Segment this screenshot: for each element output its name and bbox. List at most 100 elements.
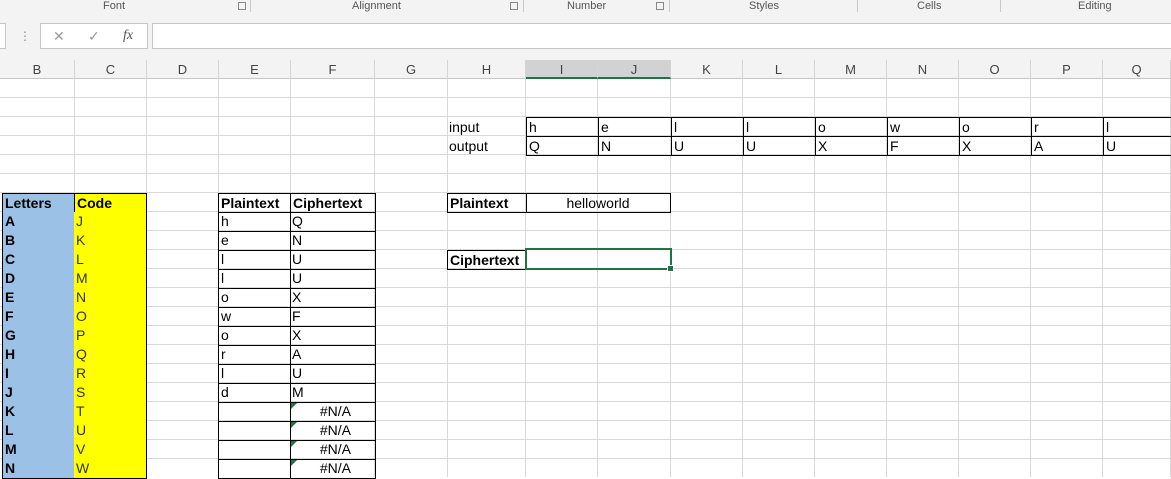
column-header-j[interactable]: J xyxy=(598,60,671,79)
output-cell[interactable]: U xyxy=(1103,136,1171,156)
ciphertext-cell[interactable]: U xyxy=(290,269,376,289)
code-cell[interactable]: R xyxy=(74,364,147,384)
plaintext-cell[interactable]: r xyxy=(218,345,291,365)
formula-input[interactable] xyxy=(152,23,1171,49)
input-cell[interactable]: o xyxy=(815,117,888,137)
code-cell[interactable]: M xyxy=(74,269,147,289)
plaintext-cell[interactable]: l xyxy=(218,364,291,384)
letter-cell[interactable]: I xyxy=(2,364,75,384)
plaintext-cell[interactable]: o xyxy=(218,326,291,346)
ciphertext-box-label[interactable]: Ciphertext xyxy=(447,250,527,270)
letter-cell[interactable]: B xyxy=(2,231,75,251)
output-cell[interactable]: X xyxy=(959,136,1032,156)
number-dialog-launcher-icon[interactable] xyxy=(656,2,664,10)
output-cell[interactable]: F xyxy=(887,136,960,156)
input-cell[interactable]: l xyxy=(1103,117,1171,137)
plaintext-box-label[interactable]: Plaintext xyxy=(447,193,527,213)
plaintext-cell[interactable]: e xyxy=(218,231,291,251)
code-cell[interactable]: N xyxy=(74,288,147,308)
code-cell[interactable]: Q xyxy=(74,345,147,365)
ciphertext-cell[interactable]: M xyxy=(290,383,376,403)
letter-cell[interactable]: M xyxy=(2,440,75,460)
column-header-q[interactable]: Q xyxy=(1103,60,1171,79)
column-header-f[interactable]: F xyxy=(291,60,375,79)
column-header-h[interactable]: H xyxy=(448,60,526,79)
letter-cell[interactable]: G xyxy=(2,326,75,346)
column-header-i[interactable]: I xyxy=(526,60,598,79)
output-cell[interactable]: X xyxy=(815,136,888,156)
ciphertext-cell[interactable]: U xyxy=(290,250,376,270)
output-cell[interactable]: A xyxy=(1031,136,1104,156)
error-cell[interactable]: #N/A xyxy=(290,440,376,460)
letter-cell[interactable]: E xyxy=(2,288,75,308)
code-cell[interactable]: T xyxy=(74,402,147,422)
plaintext-cell[interactable] xyxy=(218,421,291,441)
letter-cell[interactable]: N xyxy=(2,459,75,479)
enter-icon[interactable]: ✓ xyxy=(88,28,100,44)
code-header[interactable]: Code xyxy=(74,193,147,213)
plaintext-cell[interactable]: h xyxy=(218,212,291,232)
code-cell[interactable]: V xyxy=(74,440,147,460)
column-header-l[interactable]: L xyxy=(743,60,815,79)
output-cell[interactable]: U xyxy=(743,136,816,156)
code-cell[interactable]: P xyxy=(74,326,147,346)
plaintext-cell[interactable]: l xyxy=(218,269,291,289)
plaintext-header[interactable]: Plaintext xyxy=(218,193,291,213)
input-cell[interactable]: e xyxy=(598,117,672,137)
letter-cell[interactable]: L xyxy=(2,421,75,441)
ciphertext-cell[interactable]: X xyxy=(290,326,376,346)
column-header-k[interactable]: K xyxy=(671,60,743,79)
name-box[interactable] xyxy=(0,23,6,49)
error-indicator-icon[interactable] xyxy=(291,441,297,447)
cancel-icon[interactable]: ✕ xyxy=(53,28,65,44)
ciphertext-cell[interactable]: A xyxy=(290,345,376,365)
plaintext-cell[interactable]: w xyxy=(218,307,291,327)
column-header-c[interactable]: C xyxy=(75,60,147,79)
input-cell[interactable]: l xyxy=(671,117,744,137)
ciphertext-cell[interactable]: X xyxy=(290,288,376,308)
output-cell[interactable]: N xyxy=(598,136,672,156)
column-header-e[interactable]: E xyxy=(219,60,291,79)
letter-cell[interactable]: D xyxy=(2,269,75,289)
output-cell[interactable]: Q xyxy=(526,136,599,156)
error-indicator-icon[interactable] xyxy=(291,403,297,409)
code-cell[interactable]: S xyxy=(74,383,147,403)
column-header-m[interactable]: M xyxy=(815,60,887,79)
column-header-b[interactable]: B xyxy=(0,60,75,79)
column-header-o[interactable]: O xyxy=(959,60,1031,79)
output-cell[interactable]: U xyxy=(671,136,744,156)
input-cell[interactable]: h xyxy=(526,117,599,137)
error-cell[interactable]: #N/A xyxy=(290,459,376,479)
insert-function-icon[interactable]: fx xyxy=(123,28,133,44)
plaintext-cell[interactable] xyxy=(218,402,291,422)
active-cell-selection[interactable] xyxy=(525,248,672,270)
letter-cell[interactable]: A xyxy=(2,212,75,232)
plaintext-cell[interactable]: o xyxy=(218,288,291,308)
code-cell[interactable]: L xyxy=(74,250,147,270)
font-dialog-launcher-icon[interactable] xyxy=(238,2,246,10)
error-indicator-icon[interactable] xyxy=(291,422,297,428)
code-cell[interactable]: J xyxy=(74,212,147,232)
letter-cell[interactable]: K xyxy=(2,402,75,422)
error-cell[interactable]: #N/A xyxy=(290,402,376,422)
input-cell[interactable]: o xyxy=(959,117,1032,137)
column-header-d[interactable]: D xyxy=(147,60,219,79)
column-header-n[interactable]: N xyxy=(887,60,959,79)
more-options-icon[interactable]: ⋮ xyxy=(19,29,31,43)
output-label[interactable]: output xyxy=(447,137,526,156)
input-cell[interactable]: w xyxy=(887,117,960,137)
code-cell[interactable]: W xyxy=(74,459,147,479)
column-header-g[interactable]: G xyxy=(375,60,448,79)
letters-header[interactable]: Letters xyxy=(2,193,75,213)
ciphertext-header[interactable]: Ciphertext xyxy=(290,193,376,213)
ciphertext-cell[interactable]: N xyxy=(290,231,376,251)
plaintext-value[interactable]: helloworld xyxy=(526,193,671,213)
column-header-p[interactable]: P xyxy=(1031,60,1103,79)
alignment-dialog-launcher-icon[interactable] xyxy=(510,2,518,10)
letter-cell[interactable]: H xyxy=(2,345,75,365)
plaintext-cell[interactable] xyxy=(218,459,291,479)
ciphertext-cell[interactable]: F xyxy=(290,307,376,327)
plaintext-cell[interactable]: l xyxy=(218,250,291,270)
plaintext-cell[interactable] xyxy=(218,440,291,460)
error-cell[interactable]: #N/A xyxy=(290,421,376,441)
